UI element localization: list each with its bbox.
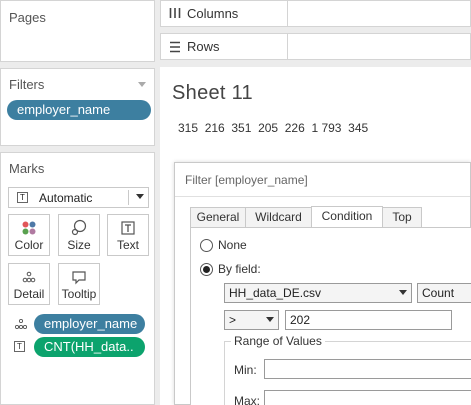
pages-title: Pages [9, 10, 46, 25]
condition-value-input[interactable]: 202 [285, 310, 452, 330]
filter-dialog: Filter [employer_name] General Wildcard … [174, 162, 471, 405]
columns-drop-divider [287, 1, 288, 26]
field-source-dropdown[interactable]: HH_data_DE.csv [224, 283, 412, 303]
columns-label: Columns [187, 6, 239, 21]
aggregation-value: Count [422, 286, 455, 300]
size-icon [59, 219, 99, 237]
min-label: Min: [234, 363, 257, 377]
field-source-value: HH_data_DE.csv [229, 286, 322, 300]
mark-type-label: Automatic [39, 191, 93, 205]
color-icon [9, 219, 49, 237]
tooltip-label: Tooltip [61, 287, 97, 301]
tab-general[interactable]: General [190, 207, 246, 228]
mark-type-dropdown[interactable]: T Automatic [8, 187, 149, 208]
columns-icon [169, 7, 181, 22]
radio-by-field[interactable] [200, 263, 213, 276]
rows-drop-divider [287, 34, 288, 59]
rows-shelf[interactable]: Rows [160, 33, 471, 60]
filters-title: Filters [9, 77, 45, 92]
tooltip-button[interactable]: Tooltip [58, 263, 100, 305]
aggregation-dropdown[interactable]: Count [417, 283, 471, 303]
filters-card: Filters employer_name [0, 68, 155, 146]
sheet-title: Sheet 11 [172, 82, 253, 104]
sheet-values: 315 216 351 205 226 1 793 345 [178, 121, 369, 135]
range-of-values-title: Range of Values [231, 334, 325, 348]
detail-field-icon [14, 318, 28, 333]
size-label: Size [67, 238, 91, 252]
pages-card: Pages [0, 0, 155, 62]
detail-icon [9, 268, 49, 286]
tab-top[interactable]: Top [382, 207, 422, 228]
text-field-pill[interactable]: CNT(HH_data.. [34, 337, 145, 357]
range-of-values-group: Range of Values Min: Max: [224, 334, 471, 405]
color-label: Color [14, 238, 44, 252]
tooltip-icon [59, 268, 99, 286]
text-field-icon: T [14, 341, 25, 352]
tab-content-area: None By field: HH_data_DE.csv Count > 20… [190, 227, 471, 405]
filter-pill-employer-name[interactable]: employer_name [7, 100, 151, 120]
text-icon [108, 219, 148, 237]
radio-none[interactable] [200, 239, 213, 252]
detail-button[interactable]: Detail [8, 263, 50, 305]
color-button[interactable]: Color [8, 214, 50, 256]
min-input[interactable] [264, 359, 471, 379]
marks-title: Marks [9, 161, 45, 176]
dialog-title-divider [175, 196, 470, 197]
dialog-title: Filter [employer_name] [185, 173, 308, 187]
max-label: Max: [234, 394, 261, 405]
mark-type-divider [128, 190, 129, 205]
max-input[interactable] [264, 390, 471, 405]
radio-by-field-label: By field: [218, 262, 261, 276]
radio-none-label: None [218, 238, 247, 252]
tab-wildcard[interactable]: Wildcard [245, 207, 312, 228]
filters-menu-arrow-icon[interactable] [138, 82, 146, 87]
operator-value: > [229, 313, 237, 327]
size-button[interactable]: Size [58, 214, 100, 256]
rows-icon [169, 41, 181, 56]
detail-label: Detail [13, 287, 45, 301]
operator-chevron-down-icon [266, 317, 274, 322]
marks-card: Marks T Automatic Color Size Text Detail… [0, 152, 155, 405]
tab-condition[interactable]: Condition [311, 206, 383, 228]
chevron-down-icon [136, 194, 144, 199]
detail-field-pill[interactable]: employer_name [34, 314, 145, 334]
condition-value: 202 [290, 313, 311, 327]
columns-shelf[interactable]: Columns [160, 0, 471, 27]
rows-label: Rows [187, 39, 220, 54]
field-source-chevron-down-icon [399, 290, 407, 295]
operator-dropdown[interactable]: > [224, 310, 279, 330]
text-label: Text [116, 238, 139, 252]
mark-type-icon: T [17, 192, 28, 203]
text-button[interactable]: Text [107, 214, 149, 256]
